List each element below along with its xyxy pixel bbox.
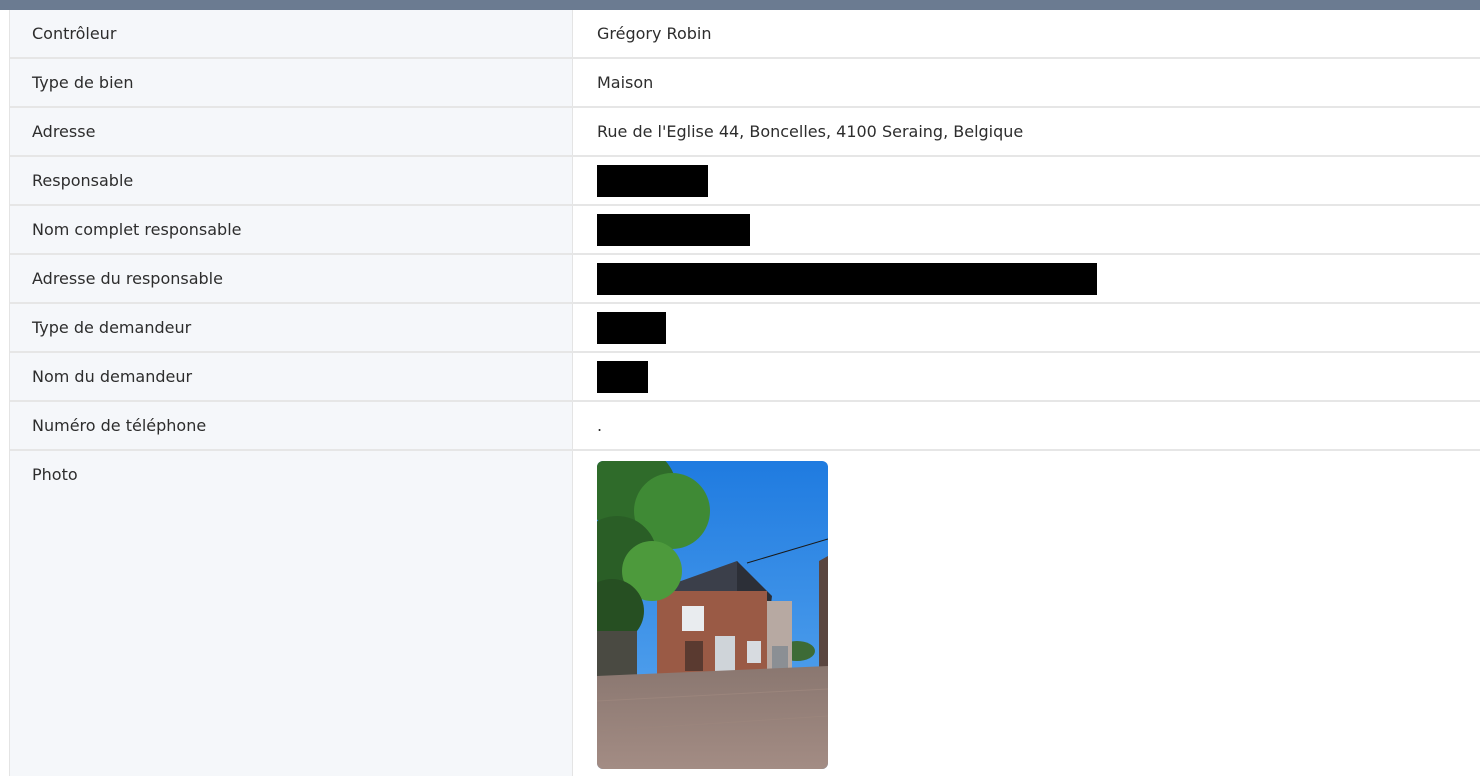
row-label-nom-complet-responsable: Nom complet responsable (10, 206, 573, 253)
table-row: Nom du demandeur (10, 353, 1480, 402)
row-value-nom-complet-responsable (573, 206, 1480, 253)
redaction-block (597, 214, 750, 246)
row-label-controleur: Contrôleur (10, 10, 573, 57)
row-label-type-de-demandeur: Type de demandeur (10, 304, 573, 351)
row-label-type-de-bien: Type de bien (10, 59, 573, 106)
row-value-controleur: Grégory Robin (573, 10, 1480, 57)
table-row: Nom complet responsable (10, 206, 1480, 255)
row-value-numero-de-telephone: . (573, 402, 1480, 449)
row-value-nom-du-demandeur (573, 353, 1480, 400)
row-label-numero-de-telephone: Numéro de téléphone (10, 402, 573, 449)
row-value-adresse: Rue de l'Eglise 44, Boncelles, 4100 Sera… (573, 108, 1480, 155)
table-row: Numéro de téléphone . (10, 402, 1480, 451)
redaction-block (597, 165, 708, 197)
table-row: Contrôleur Grégory Robin (10, 10, 1480, 59)
table-row: Adresse Rue de l'Eglise 44, Boncelles, 4… (10, 108, 1480, 157)
table-row: Responsable (10, 157, 1480, 206)
table-row: Type de demandeur (10, 304, 1480, 353)
row-label-responsable: Responsable (10, 157, 573, 204)
row-label-nom-du-demandeur: Nom du demandeur (10, 353, 573, 400)
row-value-type-de-bien: Maison (573, 59, 1480, 106)
row-value-adresse-du-responsable (573, 255, 1480, 302)
table-row: Adresse du responsable (10, 255, 1480, 304)
details-table: Contrôleur Grégory Robin Type de bien Ma… (9, 10, 1480, 776)
table-row: Photo (10, 451, 1480, 776)
row-label-adresse: Adresse (10, 108, 573, 155)
row-label-adresse-du-responsable: Adresse du responsable (10, 255, 573, 302)
redaction-block (597, 361, 648, 393)
row-value-photo (573, 451, 1480, 776)
row-value-responsable (573, 157, 1480, 204)
header-bar (0, 0, 1480, 10)
row-label-photo: Photo (10, 451, 573, 776)
redaction-block (597, 312, 666, 344)
row-value-type-de-demandeur (573, 304, 1480, 351)
table-row: Type de bien Maison (10, 59, 1480, 108)
redaction-block (597, 263, 1097, 295)
property-photo[interactable] (597, 461, 828, 769)
